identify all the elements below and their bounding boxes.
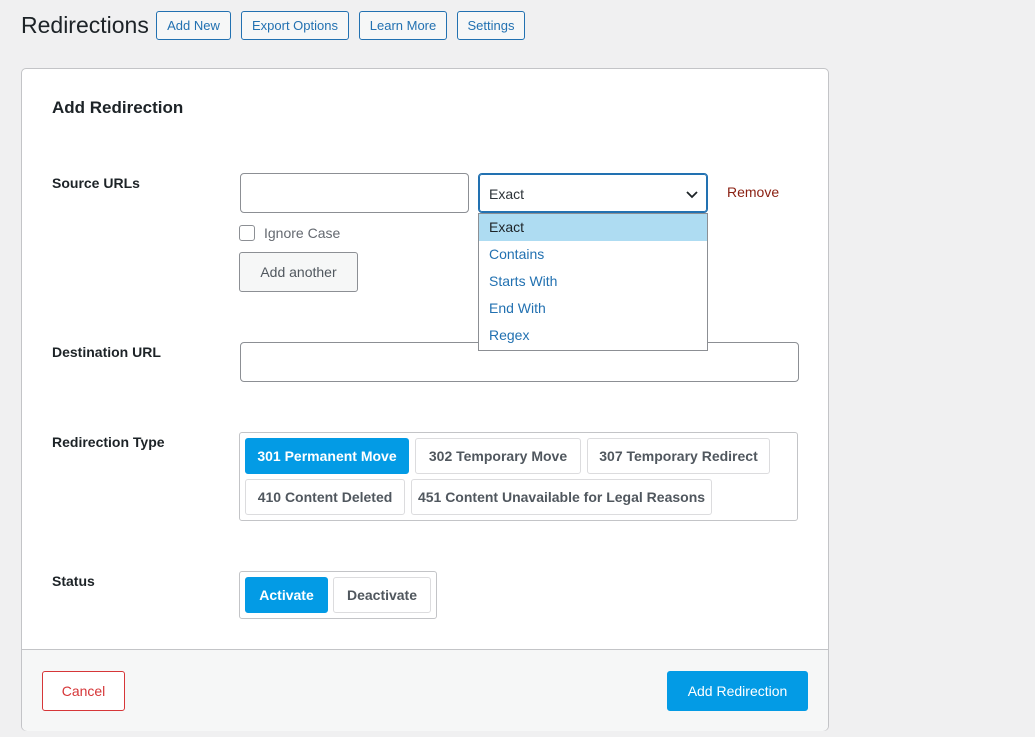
match-type-select[interactable]: Exact: [478, 173, 708, 213]
destination-url-label: Destination URL: [52, 344, 161, 360]
type-451-button[interactable]: 451 Content Unavailable for Legal Reason…: [411, 479, 712, 515]
source-urls-label: Source URLs: [52, 175, 140, 191]
dropdown-option-starts-with[interactable]: Starts With: [479, 268, 707, 295]
status-label: Status: [52, 573, 95, 589]
card-title: Add Redirection: [52, 98, 184, 117]
ignore-case-checkbox[interactable]: [239, 225, 255, 241]
match-type-value: Exact: [489, 186, 525, 202]
status-group: Activate Deactivate: [239, 571, 437, 619]
chevron-down-icon: [686, 191, 698, 199]
activate-button[interactable]: Activate: [245, 577, 328, 613]
deactivate-button[interactable]: Deactivate: [333, 577, 431, 613]
ignore-case-label: Ignore Case: [264, 225, 341, 241]
type-301-button[interactable]: 301 Permanent Move: [245, 438, 409, 474]
export-options-button[interactable]: Export Options: [241, 11, 349, 40]
settings-button[interactable]: Settings: [457, 11, 525, 40]
add-another-button[interactable]: Add another: [239, 252, 358, 292]
type-307-button[interactable]: 307 Temporary Redirect: [587, 438, 770, 474]
card-footer: Cancel Add Redirection: [22, 649, 828, 731]
match-type-dropdown: Exact Contains Starts With End With Rege…: [478, 213, 708, 351]
cancel-button[interactable]: Cancel: [42, 671, 125, 711]
dropdown-option-regex[interactable]: Regex: [479, 322, 707, 349]
type-302-button[interactable]: 302 Temporary Move: [415, 438, 581, 474]
add-redirection-card: Add Redirection Source URLs Exact Remove…: [21, 68, 829, 731]
redirection-type-label: Redirection Type: [52, 434, 165, 450]
remove-link[interactable]: Remove: [727, 184, 779, 200]
dropdown-option-contains[interactable]: Contains: [479, 241, 707, 268]
add-redirection-button[interactable]: Add Redirection: [667, 671, 808, 711]
source-url-input[interactable]: [240, 173, 469, 213]
dropdown-option-end-with[interactable]: End With: [479, 295, 707, 322]
learn-more-button[interactable]: Learn More: [359, 11, 447, 40]
page-title: Redirections: [21, 12, 149, 38]
type-410-button[interactable]: 410 Content Deleted: [245, 479, 405, 515]
redirection-type-group: 301 Permanent Move 302 Temporary Move 30…: [239, 432, 798, 521]
add-new-button[interactable]: Add New: [156, 11, 231, 40]
dropdown-option-exact[interactable]: Exact: [479, 214, 707, 241]
